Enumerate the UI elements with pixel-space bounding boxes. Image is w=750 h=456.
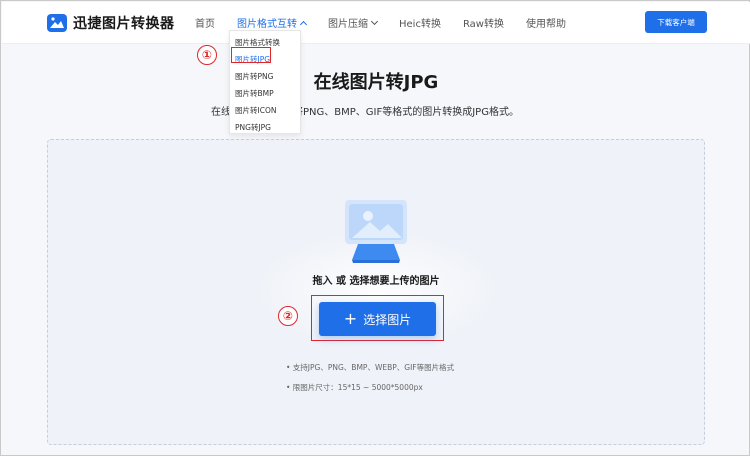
nav-heic[interactable]: Heic转换	[399, 15, 441, 30]
logo-icon	[47, 14, 67, 32]
nav-format-convert[interactable]: 图片格式互转	[237, 15, 308, 30]
subtitle-rest: ，可将PNG、BMP、GIF等格式的图片转换成JPG格式。	[273, 107, 519, 118]
logo[interactable]: 迅捷图片转换器	[47, 13, 175, 33]
drop-instruction: 拖入 或 选择想要上传的图片	[312, 276, 440, 287]
annotation-highlight-dropdown	[231, 47, 271, 63]
annotation-step-2: ②	[278, 306, 298, 326]
dropdown-item-to-bmp[interactable]: 图片转BMP	[230, 85, 300, 102]
main-nav: 首页 图片格式互转 图片压缩 Heic转换 Raw转换 使用帮助	[195, 15, 566, 30]
nav-home-label: 首页	[195, 19, 215, 30]
image-upload-icon	[345, 200, 407, 263]
nav-raw-label: Raw转换	[462, 19, 504, 30]
select-image-label: 选择图片	[363, 312, 412, 327]
nav-raw[interactable]: Raw转换	[463, 15, 504, 30]
nav-help-label: 使用帮助	[526, 19, 566, 30]
download-client-button[interactable]: 下载客户端	[645, 11, 707, 33]
chevron-up-icon	[299, 20, 308, 28]
nav-format-convert-label: 图片格式互转	[237, 19, 297, 30]
top-header: 迅捷图片转换器 首页 图片格式互转 图片压缩 Heic转换 Raw转换 使用帮助	[2, 2, 750, 44]
app-frame: 迅捷图片转换器 首页 图片格式互转 图片压缩 Heic转换 Raw转换 使用帮助	[0, 0, 750, 456]
select-image-button[interactable]: + 选择图片	[319, 302, 436, 336]
dropdown-item-png-to-jpg[interactable]: PNG转JPG	[230, 119, 300, 136]
subtitle-start: 在线	[211, 107, 231, 118]
nav-home[interactable]: 首页	[195, 15, 215, 30]
size-limit-text: • 限图片尺寸：15*15 ~ 5000*5000px	[286, 383, 423, 392]
logo-text: 迅捷图片转换器	[73, 16, 175, 32]
dropdown-item-to-png[interactable]: 图片转PNG	[230, 68, 300, 85]
annotation-step-1: ①	[197, 45, 217, 65]
nav-compress[interactable]: 图片压缩	[328, 15, 379, 30]
upload-drop-zone[interactable]: 拖入 或 选择想要上传的图片 + 选择图片 ② • 支持JPG、PNG、BMP、…	[47, 139, 705, 445]
nav-compress-label: 图片压缩	[328, 19, 368, 30]
supported-formats-text: • 支持JPG、PNG、BMP、WEBP、GIF等图片格式	[286, 363, 455, 372]
nav-help[interactable]: 使用帮助	[526, 15, 566, 30]
format-dropdown-menu: 图片格式转换 图片转JPG 图片转PNG 图片转BMP 图片转ICON PNG转…	[229, 30, 301, 134]
page-title: 在线图片转JPG	[313, 72, 439, 93]
nav-heic-label: Heic转换	[399, 19, 441, 30]
plus-icon: +	[343, 309, 358, 328]
chevron-down-icon	[370, 17, 379, 26]
dropdown-item-to-icon[interactable]: 图片转ICON	[230, 102, 300, 119]
